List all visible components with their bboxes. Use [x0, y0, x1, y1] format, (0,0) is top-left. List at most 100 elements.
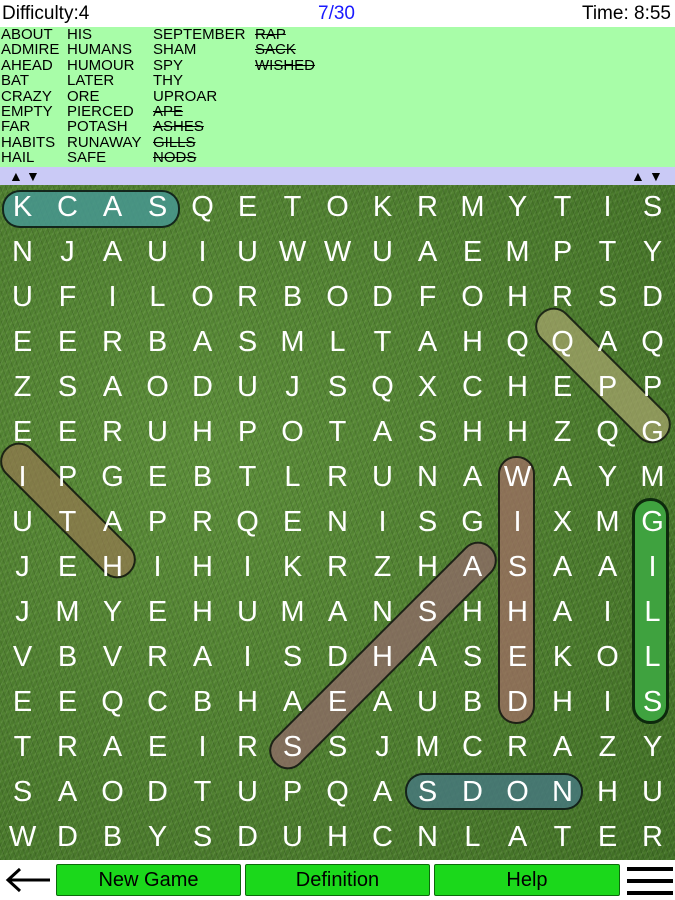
grid-letter[interactable]: G — [630, 500, 675, 545]
grid-letter[interactable]: L — [270, 455, 315, 500]
grid-letter[interactable]: H — [585, 770, 630, 815]
grid-letter[interactable]: P — [225, 410, 270, 455]
grid-letter[interactable]: U — [135, 410, 180, 455]
grid-letter[interactable]: S — [0, 770, 45, 815]
grid-letter[interactable]: W — [0, 815, 45, 860]
grid-letter[interactable]: E — [225, 185, 270, 230]
grid-letter[interactable]: A — [405, 635, 450, 680]
grid-letter[interactable]: H — [90, 545, 135, 590]
grid-letter[interactable]: U — [0, 500, 45, 545]
grid-letter[interactable]: M — [270, 320, 315, 365]
grid-letter[interactable]: A — [585, 545, 630, 590]
grid-letter[interactable]: D — [135, 770, 180, 815]
grid-letter[interactable]: T — [315, 410, 360, 455]
grid-letter[interactable]: E — [270, 500, 315, 545]
grid-letter[interactable]: F — [405, 275, 450, 320]
grid-letter[interactable]: G — [450, 500, 495, 545]
grid-letter[interactable]: R — [45, 725, 90, 770]
grid-letter[interactable]: T — [540, 185, 585, 230]
grid-letter[interactable]: H — [180, 590, 225, 635]
grid-letter[interactable]: A — [360, 680, 405, 725]
grid-letter[interactable]: U — [225, 230, 270, 275]
grid-letter[interactable]: Q — [180, 185, 225, 230]
grid-letter[interactable]: A — [540, 725, 585, 770]
grid-letter[interactable]: U — [225, 365, 270, 410]
grid-letter[interactable]: B — [270, 275, 315, 320]
grid-letter[interactable]: Z — [540, 410, 585, 455]
grid-letter[interactable]: O — [180, 275, 225, 320]
grid-letter[interactable]: I — [135, 545, 180, 590]
grid-letter[interactable]: K — [270, 545, 315, 590]
grid-letter[interactable]: E — [135, 455, 180, 500]
grid-letter[interactable]: O — [90, 770, 135, 815]
grid-letter[interactable]: U — [360, 230, 405, 275]
grid-letter[interactable]: A — [360, 770, 405, 815]
grid-letter[interactable]: C — [45, 185, 90, 230]
grid-letter[interactable]: H — [495, 410, 540, 455]
grid-letter[interactable]: B — [180, 455, 225, 500]
grid-letter[interactable]: S — [630, 185, 675, 230]
grid-letter[interactable]: E — [315, 680, 360, 725]
grid-letter[interactable]: J — [0, 545, 45, 590]
grid-letter[interactable]: N — [405, 815, 450, 860]
grid-letter[interactable]: O — [135, 365, 180, 410]
grid-letter[interactable]: T — [0, 725, 45, 770]
grid-letter[interactable]: E — [45, 410, 90, 455]
grid-letter[interactable]: U — [360, 455, 405, 500]
grid-letter[interactable]: A — [90, 230, 135, 275]
grid-letter[interactable]: R — [630, 815, 675, 860]
grid-letter[interactable]: M — [585, 500, 630, 545]
grid-letter[interactable]: W — [495, 455, 540, 500]
grid-letter[interactable]: Q — [315, 770, 360, 815]
scroll-up-arrow-icon[interactable]: ▲ — [631, 168, 645, 184]
hamburger-menu-icon[interactable] — [627, 865, 673, 897]
grid-letter[interactable]: A — [90, 725, 135, 770]
grid-letter[interactable]: I — [180, 230, 225, 275]
grid-letter[interactable]: S — [405, 770, 450, 815]
grid-letter[interactable]: U — [270, 815, 315, 860]
grid-letter[interactable]: Y — [135, 815, 180, 860]
grid-letter[interactable]: O — [495, 770, 540, 815]
grid-letter[interactable]: D — [180, 365, 225, 410]
grid-letter[interactable]: A — [90, 365, 135, 410]
scroll-up-arrow-icon[interactable]: ▲ — [9, 168, 23, 184]
grid-letter[interactable]: E — [135, 590, 180, 635]
grid-letter[interactable]: A — [540, 455, 585, 500]
grid-letter[interactable]: C — [360, 815, 405, 860]
grid-letter[interactable]: L — [630, 590, 675, 635]
grid-letter[interactable]: Q — [225, 500, 270, 545]
grid-letter[interactable]: I — [585, 590, 630, 635]
grid-letter[interactable]: S — [315, 365, 360, 410]
grid-letter[interactable]: U — [630, 770, 675, 815]
grid-letter[interactable]: J — [45, 230, 90, 275]
grid-letter[interactable]: Y — [90, 590, 135, 635]
grid-letter[interactable]: N — [315, 500, 360, 545]
grid-letter[interactable]: Z — [585, 725, 630, 770]
grid-letter[interactable]: D — [630, 275, 675, 320]
grid-letter[interactable]: F — [45, 275, 90, 320]
grid-letter[interactable]: H — [495, 365, 540, 410]
grid-letter[interactable]: P — [630, 365, 675, 410]
grid-letter[interactable]: M — [45, 590, 90, 635]
grid-letter[interactable]: I — [90, 275, 135, 320]
grid-letter[interactable]: H — [495, 275, 540, 320]
grid-letter[interactable]: M — [630, 455, 675, 500]
grid-letter[interactable]: N — [405, 455, 450, 500]
grid-letter[interactable]: H — [315, 815, 360, 860]
grid-letter[interactable]: D — [450, 770, 495, 815]
grid-letter[interactable]: I — [180, 725, 225, 770]
back-arrow-icon[interactable] — [4, 866, 52, 894]
grid-letter[interactable]: I — [630, 545, 675, 590]
grid-letter[interactable]: R — [540, 275, 585, 320]
grid-letter[interactable]: A — [495, 815, 540, 860]
grid-letter[interactable]: I — [225, 635, 270, 680]
grid-letter[interactable]: A — [180, 320, 225, 365]
grid-letter[interactable]: P — [585, 365, 630, 410]
grid-letter[interactable]: L — [450, 815, 495, 860]
grid-letter[interactable]: I — [360, 500, 405, 545]
grid-letter[interactable]: X — [540, 500, 585, 545]
grid-letter[interactable]: W — [270, 230, 315, 275]
grid-letter[interactable]: A — [540, 590, 585, 635]
grid-letter[interactable]: M — [270, 590, 315, 635]
grid-letter[interactable]: E — [0, 410, 45, 455]
